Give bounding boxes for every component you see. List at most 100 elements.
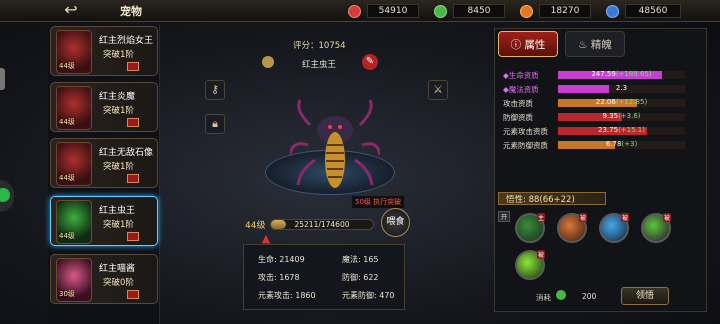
edit-name-icon[interactable]: ✎	[362, 54, 378, 70]
blue-crystal-icon	[606, 4, 619, 18]
comprehend-button[interactable]: 领悟	[621, 287, 669, 305]
aptitude-number: 6.78	[605, 140, 622, 148]
pet-rank: 突破1阶	[103, 162, 134, 172]
aptitude-row: 元素攻击资质 23.75(+15.1)	[503, 126, 693, 137]
pet-level: 44级	[59, 62, 75, 70]
aptitude-number: 2.3	[615, 84, 628, 92]
aptitude-number: 247.59	[591, 70, 616, 78]
resource-energy: 18270	[520, 3, 591, 19]
stat-attack: 攻击: 1678	[258, 273, 300, 282]
pet-level: 44级	[59, 118, 75, 126]
aptitude-value: 2.3	[558, 84, 685, 92]
aptitude-bonus: (+3.6)	[618, 112, 641, 120]
resource-blue-crystal: 48560	[606, 3, 681, 19]
pet-rank: 突破0阶	[103, 278, 134, 288]
venom-skill-icon[interactable]: 被	[641, 213, 671, 243]
cost-label: 消耗	[536, 293, 551, 302]
tab-soul[interactable]: ♨ 精魄	[565, 31, 625, 57]
pet-rank: 突破1阶	[103, 106, 134, 116]
open-skills-icon[interactable]: 开	[498, 211, 510, 222]
tab-label: 属性	[524, 39, 546, 51]
pet-name: 红主炎魔	[99, 92, 136, 102]
pet-list: 44级 红主烈焰女王 突破1阶 44级 红主炎魔 突破1阶 44级 红主无敌石像…	[48, 24, 160, 324]
aptitude-value: 23.75(+15.1)	[558, 126, 685, 134]
info-icon: ⓘ	[510, 39, 525, 51]
aptitude-row: 攻击资质 22.06(+12.85)	[503, 98, 693, 109]
pet-screen: ↩ 宠物 54910 8450 18270 48560 44级 红主烈焰女王 突…	[0, 0, 720, 324]
tab-label: 精魄	[590, 39, 612, 51]
pet-score: 评分：10754	[293, 41, 346, 51]
claw-skill-icon[interactable]: 被	[557, 213, 587, 243]
stat-defense: 防御: 622	[342, 273, 379, 282]
pet-stats-panel: 生命: 21409 魔法: 165 攻击: 1678 防御: 622 元素攻击:…	[243, 244, 405, 310]
pet-list-item-selected[interactable]: 44级 红主虫王 突破1阶	[50, 196, 158, 246]
pet-name: 红主喵酱	[99, 264, 136, 274]
poison-skill-icon[interactable]: 主	[515, 213, 545, 243]
aptitude-label: 元素攻击资质	[503, 127, 548, 136]
aptitude-row: 防御资质 9.35(+3.6)	[503, 112, 693, 123]
pet-list-item[interactable]: 44级 红主炎魔 突破1阶	[50, 82, 158, 132]
aptitude-value: 6.78(+3)	[558, 140, 685, 148]
aptitude-number: 9.35	[602, 112, 619, 120]
pet-name: 红主烈焰女王	[99, 36, 154, 46]
flag-icon	[127, 62, 139, 71]
stat-hp: 生命: 21409	[258, 255, 305, 264]
heart-icon[interactable]	[262, 56, 274, 68]
aptitude-value: 22.06(+12.85)	[558, 98, 685, 106]
red-gem-icon	[348, 4, 361, 18]
stat-elem-attack: 元素攻击: 1860	[258, 291, 316, 300]
exp-text: 25211/174600	[294, 220, 350, 229]
tab-attributes[interactable]: ⓘ 属性	[498, 31, 558, 57]
pet-name-title: 红主虫王	[302, 60, 337, 70]
flag-icon	[127, 174, 139, 183]
pet-level-label: 44级	[245, 221, 266, 231]
pet-list-item[interactable]: 44级 红主烈焰女王 突破1阶	[50, 26, 158, 76]
breakthrough-tag: 50级 执行突破	[352, 196, 405, 208]
flag-icon	[127, 232, 139, 241]
resource-value: 18270	[539, 4, 591, 18]
pet-list-item[interactable]: 30级 红主喵酱 突破0阶	[50, 254, 158, 304]
pet-list-item[interactable]: 44级 红主无敌石像 突破1阶	[50, 138, 158, 188]
cost-value: 200	[582, 292, 597, 301]
aptitude-value: 247.59(+189.65)	[558, 70, 685, 78]
toxic-skill-icon[interactable]: 被	[515, 250, 545, 280]
pet-level: 44级	[59, 232, 75, 240]
resource-value: 54910	[367, 4, 419, 18]
aptitude-label: 防御资质	[503, 113, 533, 122]
green-gem-icon	[556, 290, 566, 300]
wuxing-label: 悟性: 88(66+22)	[506, 195, 575, 205]
resource-red-gem: 54910	[348, 3, 419, 19]
aptitude-label: 攻击资质	[503, 99, 533, 108]
stat-elem-defense: 元素防御: 470	[342, 291, 395, 300]
pet-rank: 突破1阶	[103, 50, 134, 60]
pet-rank: 突破1阶	[103, 220, 134, 230]
sword-icon[interactable]: ⚔︎	[428, 80, 448, 100]
flame-icon: ♨	[578, 39, 591, 51]
aptitude-bonus: (+12.85)	[615, 98, 648, 106]
aptitude-bonus: (+15.1)	[618, 126, 645, 134]
flag-icon	[127, 290, 139, 299]
aptitude-label: 元素防御资质	[503, 141, 548, 150]
aptitude-row: 元素防御资质 6.78(+3)	[503, 140, 693, 151]
aptitude-number: 22.06	[595, 98, 616, 106]
back-arrow-icon[interactable]: ↩	[52, 0, 90, 22]
aptitude-bonus: (+189.65)	[615, 70, 652, 78]
resource-value: 8450	[453, 4, 505, 18]
aptitude-row: ◆魔法资质 2.3	[503, 84, 693, 95]
energy-icon	[520, 4, 533, 18]
page-title: 宠物	[120, 5, 142, 18]
flag-icon	[127, 118, 139, 127]
edge-tab-handle[interactable]	[0, 68, 5, 90]
stat-mp: 魔法: 165	[342, 255, 379, 264]
aptitude-value: 9.35(+3.6)	[558, 112, 685, 120]
aptitude-label: ◆生命资质	[503, 71, 539, 80]
pet-name: 红主无敌石像	[99, 148, 154, 158]
water-skill-icon[interactable]: 被	[599, 213, 629, 243]
aptitude-row: ◆生命资质 247.59(+189.65)	[503, 70, 693, 81]
wechat-float-icon[interactable]	[0, 180, 14, 212]
lock-icon[interactable]: 🔒︎	[205, 114, 225, 134]
key-icon[interactable]: ⚷	[205, 80, 225, 100]
aptitude-number: 23.75	[598, 126, 619, 134]
feed-button[interactable]: 喂食	[381, 208, 410, 237]
pet-name: 红主虫王	[99, 206, 136, 216]
